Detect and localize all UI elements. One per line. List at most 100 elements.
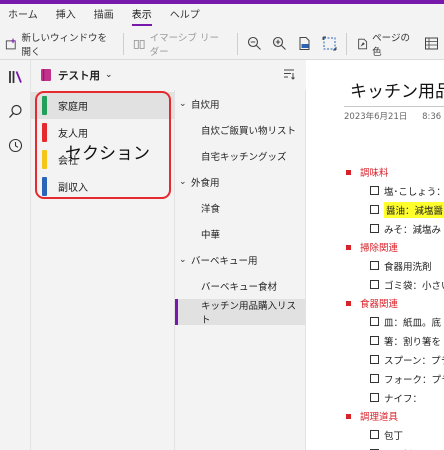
page-item[interactable]: 自宅キッチングッズ <box>175 143 305 169</box>
immersive-reader-icon <box>134 39 145 49</box>
category-heading[interactable]: 食器関連 <box>344 294 444 312</box>
bullet-icon <box>346 300 351 306</box>
page-width-button[interactable] <box>317 31 342 57</box>
page-group-jisui[interactable]: ⌄ 自炊用 <box>175 91 305 117</box>
checkbox[interactable] <box>370 261 379 270</box>
notebooks-button[interactable] <box>0 60 31 94</box>
tab-view[interactable]: 表示 <box>131 4 152 28</box>
todo-label: 包丁 <box>384 430 404 442</box>
todo-item[interactable]: まな板 <box>344 444 444 450</box>
chevron-down-icon: ⌄ <box>179 255 187 265</box>
category-label: 食器関連 <box>360 299 399 310</box>
notebook-icon <box>41 69 51 81</box>
category-label: 調理道具 <box>360 412 399 423</box>
bullet-icon <box>346 169 351 175</box>
search-button[interactable] <box>0 94 31 128</box>
page-group-gaishoku[interactable]: ⌄ 外食用 <box>175 169 305 195</box>
sort-icon <box>284 69 295 80</box>
toolbar-divider <box>345 32 347 55</box>
todo-label: みそ：減塩み <box>384 224 442 236</box>
todo-item[interactable]: ゴミ袋：小さい <box>344 275 444 294</box>
tab-help[interactable]: ヘルプ <box>170 4 200 28</box>
checkbox[interactable] <box>370 186 379 195</box>
new-window-icon <box>5 38 16 49</box>
todo-item[interactable]: 塩･こしょう：ブ <box>344 181 444 200</box>
title-underline <box>344 106 444 107</box>
category-label: 調味料 <box>360 168 389 179</box>
todo-item[interactable]: 箸：割り箸を <box>344 331 444 350</box>
todo-label: 皿：紙皿。底 <box>384 317 442 329</box>
category-heading[interactable]: 調味料 <box>344 163 444 181</box>
page-label: キッチン用品購入リスト <box>201 301 297 326</box>
search-icon <box>9 104 22 118</box>
tab-draw[interactable]: 描画 <box>94 4 114 28</box>
checkbox[interactable] <box>370 336 379 345</box>
immersive-reader-label: イマーシブ リーダー <box>149 32 219 58</box>
sort-button[interactable] <box>282 67 296 84</box>
checkbox[interactable] <box>370 205 379 214</box>
zoom-100-icon <box>299 37 310 50</box>
todo-item[interactable]: 皿：紙皿。底 <box>344 312 444 331</box>
todo-item[interactable]: 包丁 <box>344 425 444 444</box>
zoom-100-button[interactable] <box>292 31 317 57</box>
immersive-reader-button[interactable]: イマーシブ リーダー <box>128 31 233 58</box>
new-window-label: 新しいウィンドウを開く <box>21 32 107 58</box>
todo-item[interactable]: フォーク：プラ <box>344 369 444 388</box>
toolbar-divider <box>237 32 238 55</box>
todo-label: スプーン：プラ <box>384 355 444 367</box>
checkbox[interactable] <box>370 280 379 289</box>
tab-home[interactable]: ホーム <box>8 4 38 28</box>
zoom-in-icon <box>272 36 286 50</box>
page-item[interactable]: バーベキュー食材 <box>175 273 305 299</box>
page-meta: 2023年6月21日 8:36 <box>344 110 444 122</box>
checkbox[interactable] <box>370 430 379 439</box>
todo-item[interactable]: 食器用洗剤 <box>344 256 444 275</box>
page-group-bbq[interactable]: ⌄ バーベキュー用 <box>175 247 305 273</box>
category-heading[interactable]: 掃除関連 <box>344 238 444 256</box>
todo-item[interactable]: ナイフ： <box>344 388 444 407</box>
page-time: 8:36 <box>422 112 442 122</box>
page-label: 自宅キッチングッズ <box>201 152 287 163</box>
rule-lines-button[interactable] <box>419 31 444 57</box>
page-group-label: バーベキュー用 <box>191 256 258 267</box>
page-canvas[interactable]: キッチン用品 2023年6月21日 8:36 調味料塩･こしょう：ブ醤油：減塩醤… <box>306 60 444 450</box>
checkbox[interactable] <box>370 224 379 233</box>
notebook-name: テスト用 <box>58 69 100 82</box>
notebook-switcher[interactable]: テスト用 ⌄ <box>31 60 306 90</box>
page-item[interactable]: 自炊ご飯買い物リスト <box>175 117 305 143</box>
page-item[interactable]: 中華 <box>175 221 305 247</box>
todo-label: 醤油：減塩醤 <box>384 201 444 218</box>
page-color-button[interactable]: ページの色 <box>351 31 419 58</box>
page-group-label: 外食用 <box>191 178 220 189</box>
page-item[interactable]: 洋食 <box>175 195 305 221</box>
page-date: 2023年6月21日 <box>344 112 408 122</box>
todo-item[interactable]: 醤油：減塩醤 <box>344 200 444 219</box>
checkbox[interactable] <box>370 393 379 402</box>
nav-rail <box>0 60 31 450</box>
todo-label: まな板 <box>384 447 413 450</box>
todo-item[interactable]: みそ：減塩み <box>344 219 444 238</box>
ribbon-toolbar: 新しいウィンドウを開く イマーシブ リーダー ページの色 <box>0 28 444 60</box>
zoom-out-button[interactable] <box>242 31 267 57</box>
page-title[interactable]: キッチン用品 <box>350 77 444 102</box>
annotation-label: セクション <box>65 144 150 164</box>
recent-notes-button[interactable] <box>0 128 31 162</box>
checkbox[interactable] <box>370 374 379 383</box>
category-label: 掃除関連 <box>360 243 399 254</box>
page-label: 自炊ご飯買い物リスト <box>201 126 297 137</box>
page-list: ⌄ 自炊用 自炊ご飯買い物リスト 自宅キッチングッズ ⌄ 外食用 洋食 中華 ⌄… <box>175 90 306 450</box>
zoom-in-button[interactable] <box>267 31 292 57</box>
tab-insert[interactable]: 挿入 <box>56 4 76 28</box>
rule-lines-icon <box>425 37 439 50</box>
bullet-icon <box>346 244 351 250</box>
todo-label: ゴミ袋：小さい <box>384 280 444 292</box>
todo-item[interactable]: スプーン：プラ <box>344 350 444 369</box>
toolbar-divider <box>123 32 125 55</box>
bullet-icon <box>346 413 351 419</box>
checkbox[interactable] <box>370 317 379 326</box>
new-window-button[interactable]: 新しいウィンドウを開く <box>0 31 119 58</box>
category-heading[interactable]: 調理道具 <box>344 407 444 425</box>
todo-label: 箸：割り箸を <box>384 336 442 348</box>
checkbox[interactable] <box>370 355 379 364</box>
page-item-selected[interactable]: キッチン用品購入リスト <box>175 299 305 326</box>
